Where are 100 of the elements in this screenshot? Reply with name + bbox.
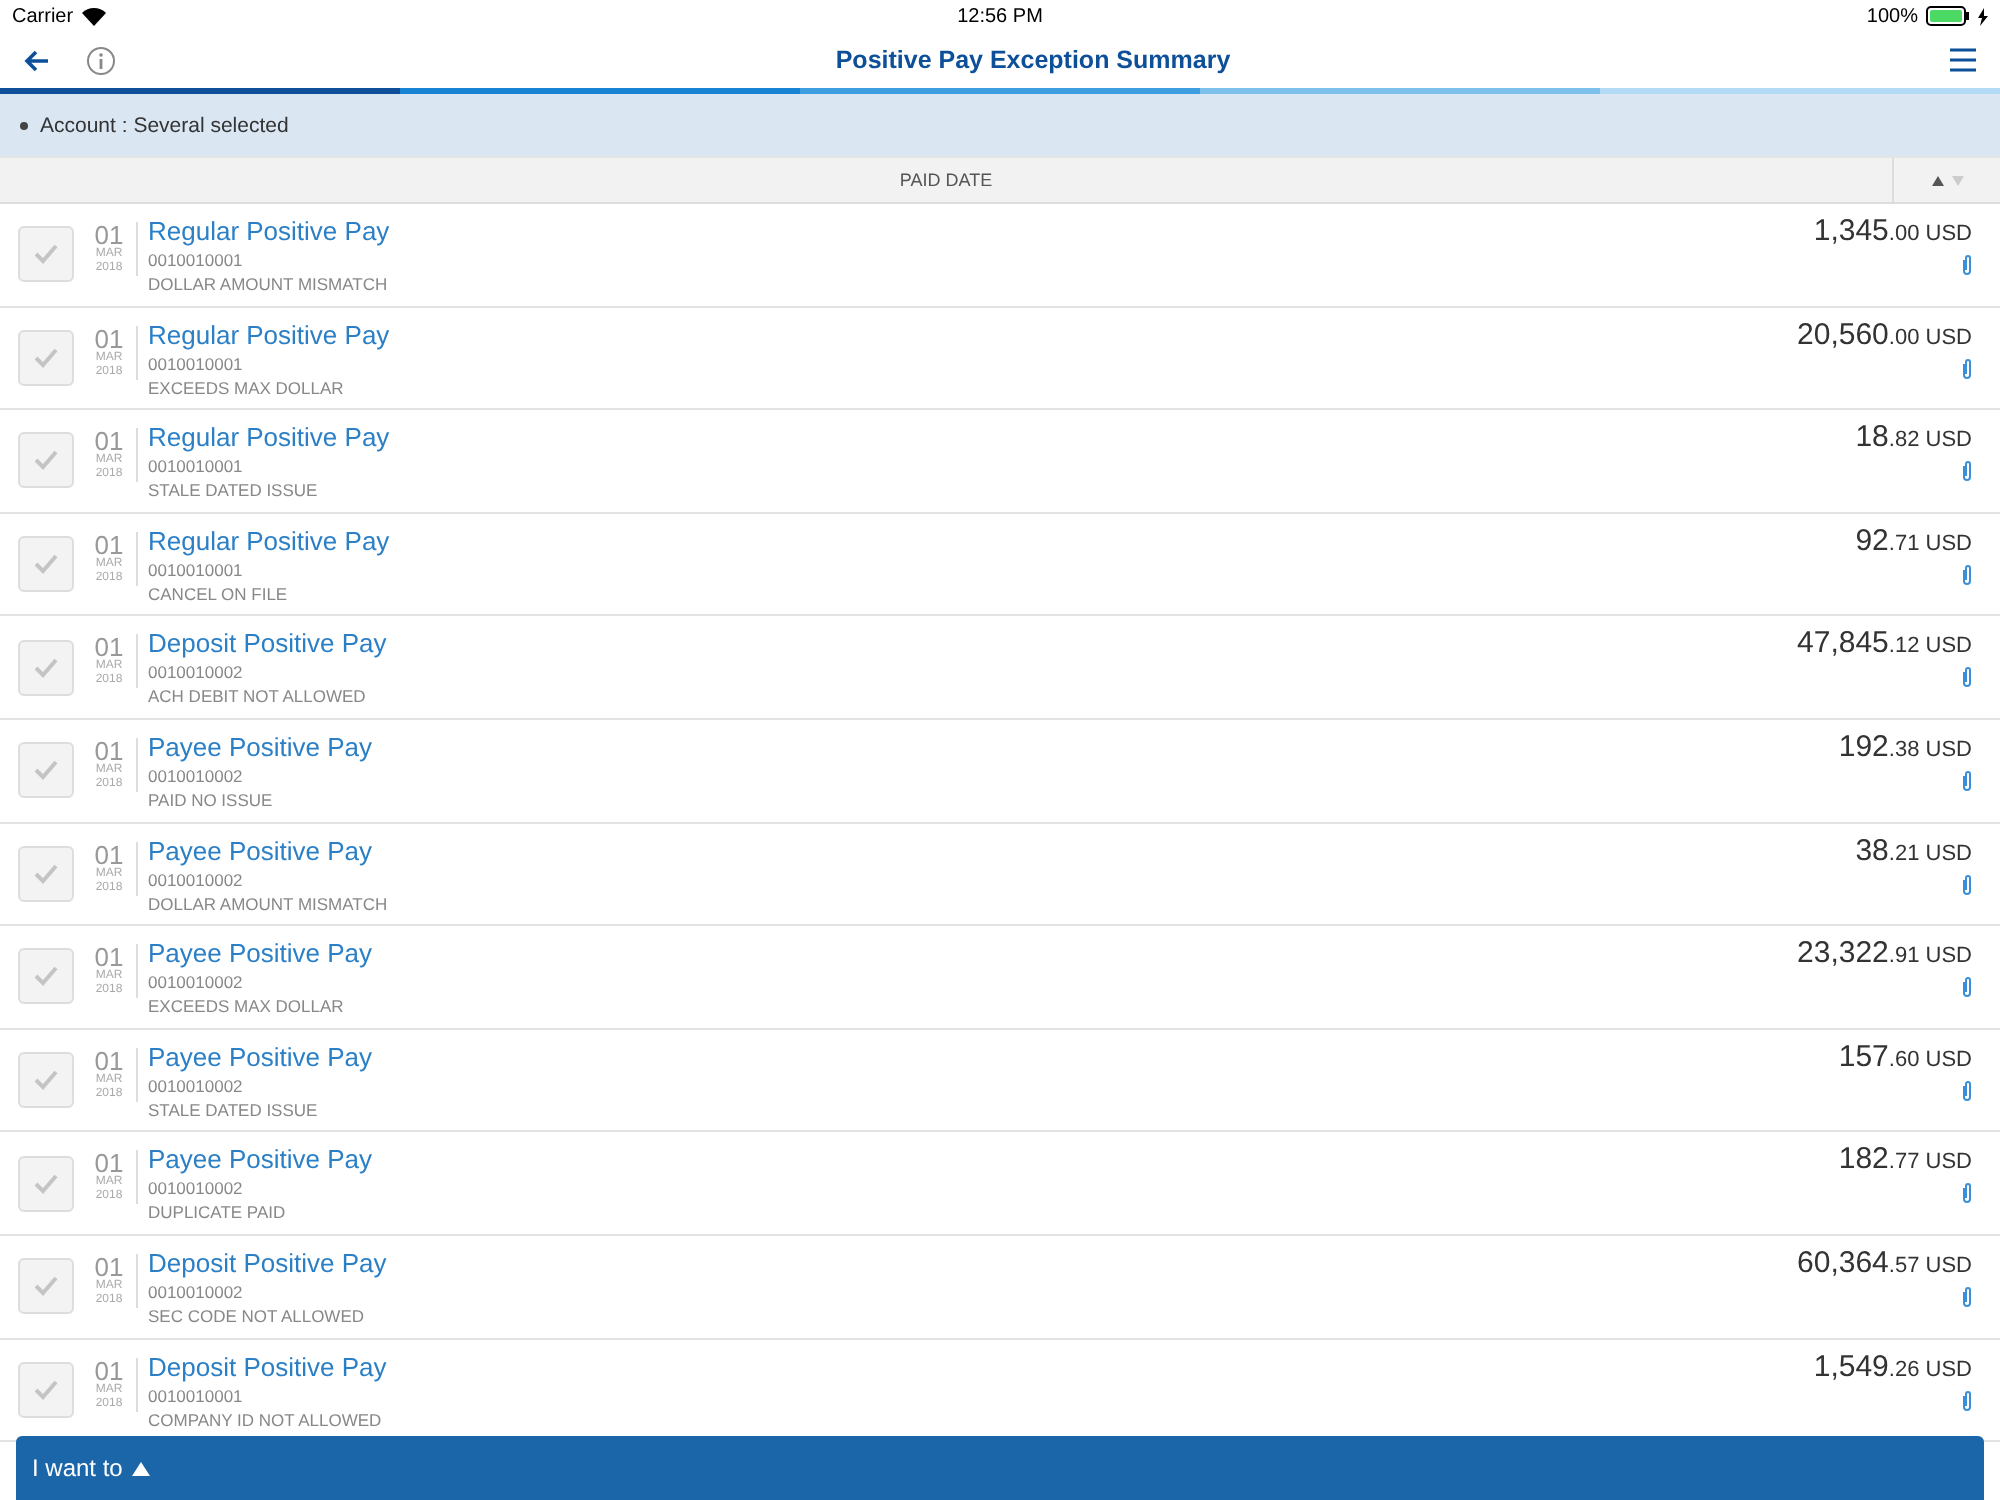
exception-reason: CANCEL ON FILE bbox=[148, 581, 290, 606]
item-title[interactable]: Regular Positive Pay bbox=[148, 422, 1856, 455]
amount: 192.38 USD bbox=[1838, 729, 1972, 764]
item-title[interactable]: Regular Positive Pay bbox=[148, 525, 1856, 558]
item-title[interactable]: Payee Positive Pay bbox=[148, 938, 1798, 971]
checkbox[interactable] bbox=[18, 1052, 74, 1109]
item-title[interactable]: Payee Positive Pay bbox=[148, 1041, 1839, 1074]
checkbox[interactable] bbox=[18, 742, 74, 799]
sort-icon[interactable] bbox=[1931, 175, 1963, 185]
paperclip-icon bbox=[1962, 976, 1972, 999]
checkbox[interactable] bbox=[18, 1258, 74, 1315]
charging-icon bbox=[1978, 7, 1988, 25]
account-number: 0010010002 bbox=[148, 867, 245, 892]
exception-reason: EXCEEDS MAX DOLLAR bbox=[148, 375, 346, 400]
checkbox[interactable] bbox=[18, 845, 74, 902]
checkbox[interactable] bbox=[18, 329, 74, 386]
item-title[interactable]: Deposit Positive Pay bbox=[148, 1247, 1798, 1280]
date-day: 01 bbox=[94, 222, 124, 248]
back-icon[interactable] bbox=[24, 49, 50, 71]
account-number: 0010010002 bbox=[148, 970, 245, 995]
paperclip-icon bbox=[1962, 460, 1972, 483]
exception-reason: STALE DATED ISSUE bbox=[148, 478, 320, 503]
paperclip-icon bbox=[1962, 1389, 1972, 1412]
amount: 182.77 USD bbox=[1838, 1142, 1972, 1177]
date-day: 01 bbox=[94, 1047, 124, 1074]
account-number: 0010010002 bbox=[148, 1073, 245, 1098]
amount: 1,549.26 USD bbox=[1813, 1349, 1972, 1384]
menu-icon[interactable] bbox=[1950, 48, 1976, 72]
date-day: 01 bbox=[94, 531, 124, 558]
paperclip-icon bbox=[1962, 1182, 1972, 1205]
item-title[interactable]: Regular Positive Pay bbox=[148, 216, 1814, 248]
amount: 1,345.00 USD bbox=[1813, 214, 1972, 248]
item-title[interactable]: Deposit Positive Pay bbox=[148, 628, 1798, 661]
i-want-to-button[interactable]: I want to bbox=[32, 1454, 151, 1482]
account-number: 0010010001 bbox=[148, 557, 245, 582]
date-day: 01 bbox=[94, 1357, 124, 1384]
paperclip-icon bbox=[1962, 357, 1972, 380]
amount: 20,560.00 USD bbox=[1797, 317, 1972, 352]
amount: 92.71 USD bbox=[1855, 523, 1972, 558]
account-number: 0010010001 bbox=[148, 454, 245, 479]
exception-reason: DOLLAR AMOUNT MISMATCH bbox=[148, 272, 390, 296]
account-number: 0010010002 bbox=[148, 1176, 245, 1201]
account-number: 0010010001 bbox=[148, 1383, 245, 1408]
exception-reason: ACH DEBIT NOT ALLOWED bbox=[148, 684, 368, 709]
checkmark-icon bbox=[34, 966, 58, 987]
account-number: 0010010002 bbox=[148, 660, 245, 685]
checkmark-icon bbox=[34, 760, 58, 781]
exception-reason: DOLLAR AMOUNT MISMATCH bbox=[148, 891, 390, 916]
item-title[interactable]: Payee Positive Pay bbox=[148, 835, 1856, 868]
checkmark-icon bbox=[34, 1379, 58, 1400]
date-day: 01 bbox=[94, 1253, 124, 1280]
account-number: 0010010001 bbox=[148, 248, 245, 272]
item-title[interactable]: Payee Positive Pay bbox=[148, 731, 1839, 764]
battery-icon bbox=[1926, 6, 1970, 26]
item-title[interactable]: Deposit Positive Pay bbox=[148, 1351, 1814, 1384]
amount: 60,364.57 USD bbox=[1797, 1245, 1972, 1280]
exception-reason: SEC CODE NOT ALLOWED bbox=[148, 1303, 367, 1328]
item-title[interactable]: Payee Positive Pay bbox=[148, 1144, 1839, 1177]
account-number: 0010010001 bbox=[148, 351, 245, 376]
exception-reason: DUPLICATE PAID bbox=[148, 1200, 288, 1225]
checkmark-icon bbox=[34, 1276, 58, 1297]
account-number: 0010010002 bbox=[148, 763, 245, 788]
date-day: 01 bbox=[94, 428, 124, 455]
amount: 38.21 USD bbox=[1855, 833, 1972, 868]
date-day: 01 bbox=[94, 944, 124, 971]
checkmark-icon bbox=[34, 347, 58, 368]
amount: 157.60 USD bbox=[1838, 1039, 1972, 1074]
checkbox[interactable] bbox=[18, 536, 74, 593]
exception-reason: PAID NO ISSUE bbox=[148, 787, 275, 812]
amount: 47,845.12 USD bbox=[1797, 626, 1972, 661]
amount: 18.82 USD bbox=[1855, 420, 1972, 455]
battery-percentage: 100% bbox=[1866, 5, 1918, 27]
checkbox[interactable] bbox=[18, 1155, 74, 1212]
clock: 12:56 PM bbox=[957, 5, 1043, 27]
checkbox[interactable] bbox=[18, 432, 74, 489]
date-day: 01 bbox=[94, 841, 124, 868]
checkbox[interactable] bbox=[18, 948, 74, 1005]
date-day: 01 bbox=[94, 1150, 124, 1177]
paperclip-icon bbox=[1962, 769, 1972, 792]
checkmark-icon bbox=[34, 1173, 58, 1194]
checkbox[interactable] bbox=[18, 1361, 74, 1418]
paperclip-icon bbox=[1962, 563, 1972, 586]
bullet-icon bbox=[20, 121, 28, 129]
paperclip-icon bbox=[1962, 254, 1972, 276]
exception-reason: COMPANY ID NOT ALLOWED bbox=[148, 1407, 384, 1432]
checkmark-icon bbox=[34, 1070, 58, 1091]
date-day: 01 bbox=[94, 634, 124, 661]
screen-title: Positive Pay Exception Summary bbox=[833, 46, 1233, 74]
item-title[interactable]: Regular Positive Pay bbox=[148, 319, 1798, 352]
paperclip-icon bbox=[1962, 1079, 1972, 1102]
account-filter: Account : Several selected bbox=[40, 113, 289, 137]
checkbox[interactable] bbox=[18, 226, 74, 283]
checkmark-icon bbox=[34, 863, 58, 884]
amount: 23,322.91 USD bbox=[1797, 936, 1972, 971]
date-day: 01 bbox=[94, 325, 124, 352]
paperclip-icon bbox=[1962, 873, 1972, 896]
paperclip-icon bbox=[1962, 1285, 1972, 1308]
info-icon[interactable] bbox=[86, 45, 116, 75]
checkbox[interactable] bbox=[18, 639, 74, 696]
checkmark-icon bbox=[34, 450, 58, 471]
